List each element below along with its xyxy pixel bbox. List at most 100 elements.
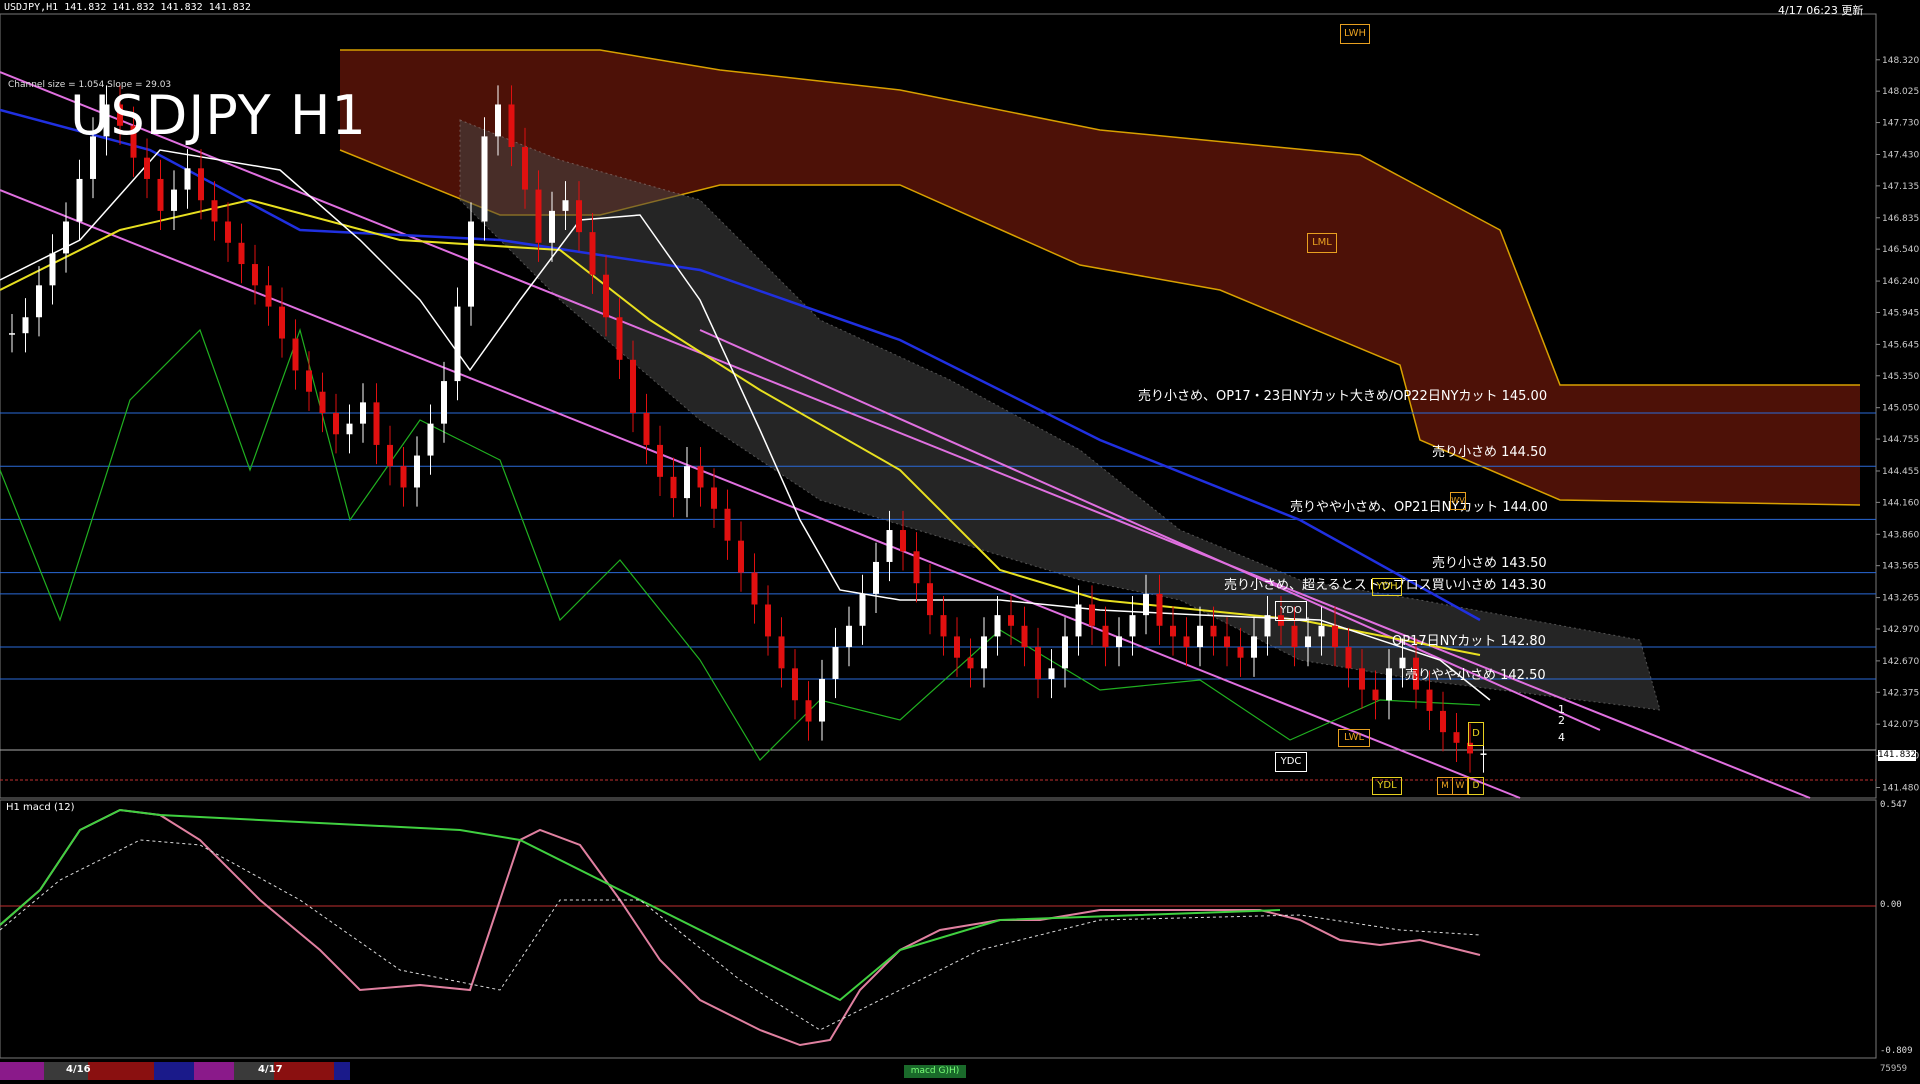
- candle-body: [495, 104, 501, 137]
- candle-body: [805, 700, 812, 722]
- candle-body: [670, 476, 677, 499]
- candle-body: [819, 678, 825, 722]
- level-label-143-50: 売り小さめ 143.50: [1432, 556, 1547, 571]
- candle-body: [1237, 647, 1244, 658]
- candle-body: [886, 530, 893, 562]
- date-label-1: 4/16: [66, 1064, 91, 1075]
- candle-body: [400, 466, 407, 488]
- candle-body: [481, 136, 488, 222]
- candle-body: [360, 402, 366, 424]
- candle-body: [954, 636, 960, 658]
- axis-tick-label: 144.755: [1882, 435, 1919, 445]
- candle-body: [1318, 625, 1325, 637]
- candle-body: [738, 540, 744, 573]
- axis-tick-label: 147.430: [1882, 150, 1919, 160]
- candle-body: [913, 551, 920, 584]
- candle-body: [1440, 710, 1446, 733]
- candle-body: [63, 221, 69, 254]
- candle-body: [657, 444, 663, 477]
- candle-body: [508, 104, 515, 148]
- macd-label: H1 macd (12): [6, 802, 75, 813]
- candle-body: [1264, 615, 1271, 637]
- candle-body: [522, 147, 528, 190]
- candle-body: [1021, 625, 1028, 648]
- axis-tick-label: 142.970: [1882, 625, 1919, 635]
- chart-window: 148.320 148.025 147.730 147.430 147.135 146.8…: [0, 0, 1920, 1080]
- level-label-145-00: 売り小さめ、OP17・23日NYカット大きめ/OP22日NYカット 145.00: [1138, 389, 1548, 404]
- level-label-142-50: 売りやや小さめ 142.50: [1405, 668, 1546, 683]
- macd-tick-zero: 0.00: [1880, 900, 1902, 910]
- candle-body: [36, 285, 42, 318]
- marker-lwh: LWH: [1340, 24, 1370, 44]
- candle-body: [1224, 636, 1230, 648]
- marker-wv: WV: [1450, 492, 1466, 510]
- marker-lwl: LWL: [1338, 729, 1370, 747]
- macd-tick-bottom: -0.809: [1880, 1046, 1913, 1056]
- candle-body: [576, 200, 582, 233]
- strip-segment: [154, 1062, 194, 1080]
- candle-body: [76, 178, 83, 222]
- candle-body: [1480, 753, 1487, 755]
- candle-body: [319, 391, 326, 413]
- symbol-watermark: USDJPY H1: [70, 84, 367, 147]
- marker-w: W: [1452, 777, 1468, 795]
- candle-body: [171, 189, 177, 211]
- date-label-2: 4/17: [258, 1064, 283, 1075]
- candle-body: [1332, 625, 1338, 648]
- usdjpy-chart: 148.320 148.025 147.730 147.430 147.135 146.8…: [0, 13, 1919, 1059]
- axis-tick-label: 145.945: [1882, 308, 1919, 318]
- candle-body: [697, 466, 704, 488]
- marker-lml: LML: [1307, 233, 1337, 253]
- axis-tick-label: 143.265: [1882, 594, 1919, 604]
- candle-body: [238, 242, 245, 265]
- axis-tick-label: 145.350: [1882, 372, 1919, 382]
- candle-body: [9, 333, 15, 335]
- candle-body: [279, 306, 285, 339]
- candle-body: [346, 423, 353, 435]
- candle-body: [765, 604, 771, 637]
- candle-body: [562, 200, 569, 211]
- candle-body: [468, 221, 474, 307]
- candle-body: [1156, 593, 1163, 626]
- candle-body: [157, 178, 164, 211]
- candle-body: [1116, 636, 1122, 648]
- candle-body: [387, 444, 393, 467]
- marker-ydl: YDL: [1372, 777, 1402, 795]
- axis-tick-label: 144.455: [1882, 467, 1919, 477]
- level-label-142-80: OP17日NYカット 142.80: [1392, 634, 1546, 649]
- candle-body: [589, 232, 596, 275]
- candle-body: [846, 625, 852, 648]
- candle-body: [630, 359, 636, 413]
- axis-tick-label: 143.860: [1882, 530, 1919, 540]
- candle-body: [927, 583, 933, 616]
- axis-tick-label: 147.730: [1882, 119, 1919, 129]
- candle-body: [144, 157, 150, 179]
- candle-body: [643, 413, 650, 445]
- level-label-144-50: 売り小さめ 144.50: [1432, 445, 1547, 460]
- candle-body: [900, 530, 906, 552]
- macd-panel: [0, 799, 1877, 1059]
- candle-body: [441, 381, 447, 424]
- candle-body: [211, 200, 218, 222]
- candle-body: [549, 210, 555, 243]
- axis-tick-label: 145.645: [1882, 340, 1919, 350]
- axis-tick-label: 144.160: [1882, 498, 1919, 508]
- candle-body: [967, 657, 974, 669]
- marker-m: M: [1437, 777, 1453, 795]
- candle-body: [373, 402, 380, 445]
- candle-body: [792, 668, 798, 701]
- ma-label-4: 4: [1558, 731, 1565, 744]
- strip-segment: [88, 1062, 154, 1080]
- date-bar: 4/16 4/17 macd G)H) 75959: [0, 1062, 1920, 1080]
- candle-body: [1008, 615, 1014, 626]
- strip-segment: [274, 1062, 334, 1080]
- indicator-tab[interactable]: macd G)H): [904, 1065, 966, 1078]
- axis-tick-label: 146.835: [1882, 214, 1919, 224]
- candle-body: [994, 615, 1001, 637]
- axis-tick-label: 142.075: [1882, 720, 1919, 730]
- marker-d-lower: D: [1468, 777, 1484, 795]
- candle-body: [1035, 647, 1041, 679]
- candle-body: [1183, 636, 1190, 648]
- candle-body: [454, 306, 461, 382]
- level-label-144-00: 売りやや小さめ、OP21日NYカット 144.00: [1290, 500, 1548, 515]
